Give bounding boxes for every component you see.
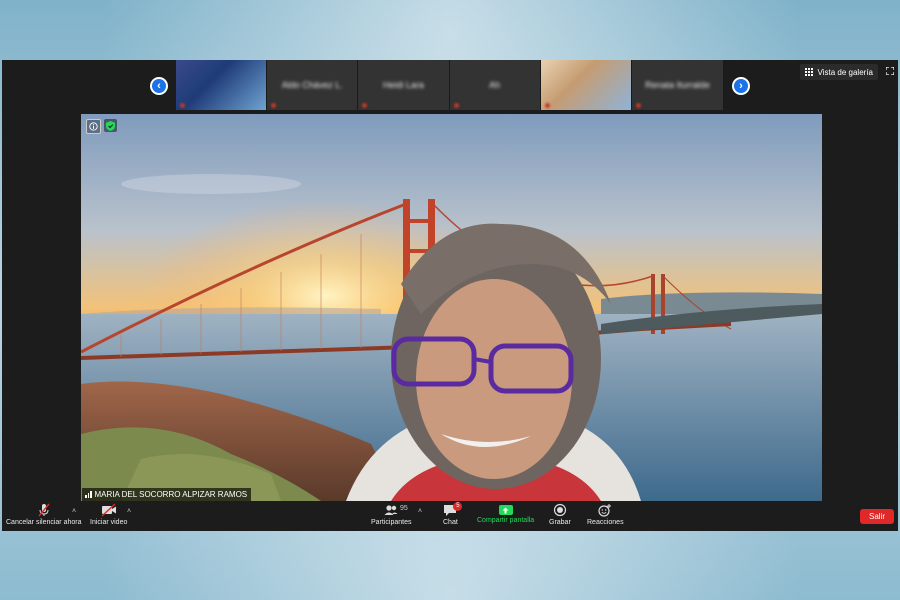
reactions-button[interactable]: Reacciones [587,503,624,526]
muted-mic-icon [544,103,550,108]
participant-name: Ah [489,80,501,90]
muted-mic-icon [180,103,185,108]
grid-icon [804,68,813,76]
participant-tile[interactable]: Ah [449,60,541,110]
gallery-view-button[interactable]: Vista de galería [799,64,878,80]
participants-label: Participantes [371,519,412,526]
participant-tile[interactable] [540,60,632,110]
participant-filmstrip: Aldo Chávez L. Heidi Lara Ah Renata Itur… [176,60,724,110]
participants-icon [384,505,398,515]
smiley-plus-icon [598,504,612,517]
participant-name: Heidi Lara [382,80,424,90]
participant-name: Aldo Chávez L. [281,80,343,90]
fullscreen-icon[interactable] [886,67,894,75]
chevron-right-icon: › [734,79,748,93]
participant-name: Renata Iturralde [645,80,710,90]
muted-mic-icon [362,103,368,108]
share-screen-icon [498,505,513,515]
muted-mic-icon [38,503,50,517]
start-video-button[interactable]: Iniciar video [90,503,127,526]
leave-meeting-button[interactable]: Salir [860,509,894,524]
chat-label: Chat [443,519,458,526]
active-speaker-video: MARIA DEL SOCORRO ALPIZAR RAMOS [81,114,822,501]
record-label: Grabar [549,519,571,526]
unmute-label: Cancelar silenciar ahora [6,519,82,526]
info-icon[interactable] [86,119,101,134]
meeting-toolbar: Cancelar silenciar ahora ˄ Iniciar video… [2,501,898,531]
record-icon [553,503,566,517]
share-screen-label: Compartir pantalla [477,517,535,524]
speaker-name: MARIA DEL SOCORRO ALPIZAR RAMOS [94,490,248,499]
signal-bars-icon [85,491,92,498]
participants-count: 95 [400,505,408,512]
filmstrip-prev-button[interactable]: ‹ [150,77,168,95]
gallery-view-label: Vista de galería [817,67,873,77]
muted-mic-icon [635,103,641,108]
video-off-icon [101,503,116,517]
participant-tile[interactable]: Renata Iturralde [631,60,724,110]
participant-tile[interactable] [176,60,268,110]
golden-gate-background-image [81,114,822,501]
chat-button[interactable]: 5 Chat [443,502,463,526]
record-button[interactable]: Grabar [549,503,571,526]
security-shield-icon[interactable] [104,119,117,132]
chat-unread-badge: 5 [453,502,463,511]
speaker-name-tag: MARIA DEL SOCORRO ALPIZAR RAMOS [82,488,252,501]
zoom-meeting-window: ‹ Aldo Chávez L. Heidi Lara Ah Renata It… [2,60,898,531]
share-screen-button[interactable]: Compartir pantalla [477,503,534,524]
video-options-caret-icon[interactable]: ˄ [127,508,131,515]
muted-mic-icon [453,103,459,108]
unmute-button[interactable]: Cancelar silenciar ahora [6,503,81,526]
reactions-label: Reacciones [587,519,624,526]
muted-mic-icon [271,103,277,108]
participants-options-caret-icon[interactable]: ˄ [418,508,422,515]
participant-tile[interactable]: Aldo Chávez L. [267,60,359,110]
participant-tile[interactable]: Heidi Lara [358,60,450,110]
start-video-label: Iniciar video [90,519,128,526]
filmstrip-next-button[interactable]: › [732,77,750,95]
audio-options-caret-icon[interactable]: ˄ [72,508,76,515]
chevron-left-icon: ‹ [152,79,166,93]
